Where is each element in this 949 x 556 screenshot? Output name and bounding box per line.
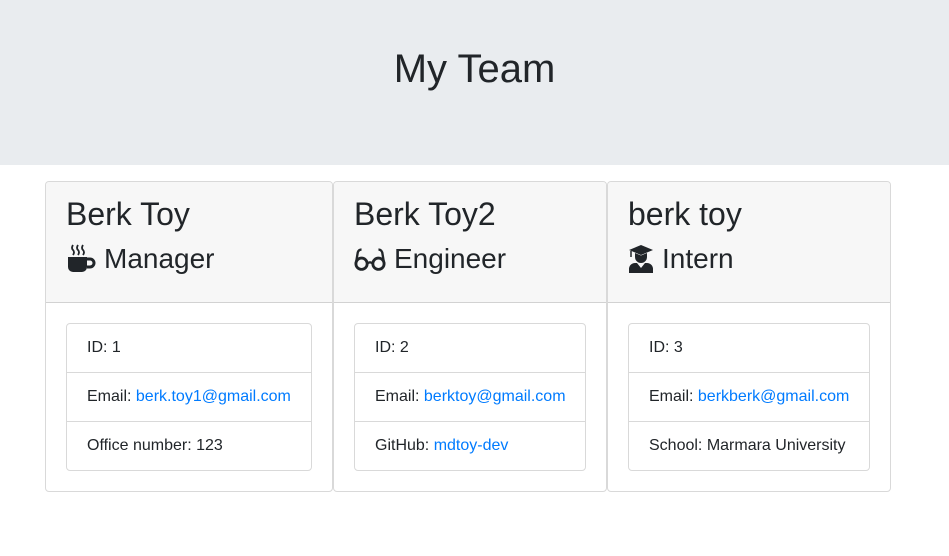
list-item-office: Office number: 123 bbox=[87, 437, 223, 454]
glasses-icon bbox=[354, 244, 386, 274]
employee-role: Manager bbox=[66, 243, 312, 275]
employee-name: berk toy bbox=[628, 196, 742, 232]
employee-card-engineer: Berk Toy2 Engineer ID: 2 Email: berktoy@ bbox=[333, 181, 607, 492]
list-item-id: ID: 2 bbox=[355, 324, 585, 373]
role-label: Intern bbox=[662, 243, 734, 274]
employee-role: Intern bbox=[628, 243, 870, 275]
role-label: Manager bbox=[104, 243, 215, 274]
email-link[interactable]: berkberk@gmail.com bbox=[698, 388, 849, 406]
github-link[interactable]: mdtoy-dev bbox=[434, 437, 509, 455]
list-item-email: Email: berk.toy1@gmail.com bbox=[67, 373, 311, 422]
card-header: berk toy Intern bbox=[608, 182, 890, 303]
list-item-school: School: Marmara University bbox=[649, 437, 846, 454]
list-item-github: GitHub: mdtoy-dev bbox=[375, 437, 509, 455]
user-graduate-icon bbox=[628, 244, 654, 274]
employee-name: Berk Toy2 bbox=[354, 196, 496, 232]
page-header: My Team bbox=[0, 0, 949, 165]
email-link[interactable]: berk.toy1@gmail.com bbox=[136, 388, 291, 406]
mug-hot-icon bbox=[66, 244, 96, 274]
info-list: ID: 3 Email: berkberk@gmail.com School: … bbox=[628, 323, 870, 471]
email-link[interactable]: berktoy@gmail.com bbox=[424, 388, 566, 406]
card-header: Berk Toy Manager bbox=[46, 182, 332, 303]
info-list: ID: 1 Email: berk.toy1@gmail.com Office … bbox=[66, 323, 312, 471]
list-item-email: Email: berkberk@gmail.com bbox=[629, 373, 869, 422]
card-header: Berk Toy2 Engineer bbox=[334, 182, 606, 303]
role-label: Engineer bbox=[394, 243, 507, 274]
employee-role: Engineer bbox=[354, 243, 586, 275]
list-item-id: ID: 3 bbox=[629, 324, 869, 373]
list-item-email: Email: berktoy@gmail.com bbox=[355, 373, 585, 422]
employee-name: Berk Toy bbox=[66, 196, 190, 232]
employee-card-intern: berk toy Intern ID: 3 Email: berkberk@gm… bbox=[607, 181, 891, 492]
list-item-id: ID: 1 bbox=[67, 324, 311, 373]
employee-card-manager: Berk Toy Manager ID: 1 Email: berk.toy1@ bbox=[45, 181, 333, 492]
page-title: My Team bbox=[393, 47, 556, 91]
info-list: ID: 2 Email: berktoy@gmail.com GitHub: m… bbox=[354, 323, 586, 471]
